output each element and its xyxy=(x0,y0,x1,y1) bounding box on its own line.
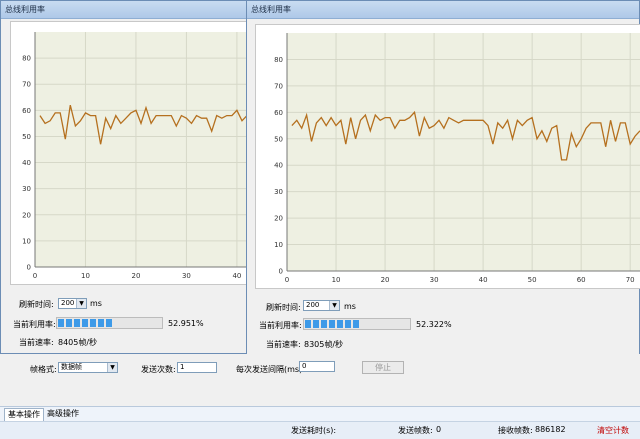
status-bar: 发送耗时(s): 发送帧数: 0 接收帧数: 886182 清空计数 xyxy=(0,421,640,439)
y-tick-label: 50 xyxy=(22,133,31,141)
y-tick-label: 70 xyxy=(22,81,31,89)
utilization-progress-bar xyxy=(303,318,411,330)
refresh-unit-label: ms xyxy=(90,299,102,308)
y-tick-label: 40 xyxy=(22,159,31,167)
y-tick-label: 60 xyxy=(274,109,283,117)
tab-basic-operations[interactable]: 基本操作 xyxy=(4,408,44,421)
current-utilization-value: 52.951% xyxy=(168,319,204,328)
x-tick-label: 20 xyxy=(381,276,390,284)
y-tick-label: 70 xyxy=(274,82,283,90)
utilization-progress-fill xyxy=(305,320,360,328)
operation-tabs: 基本操作 高级操作 xyxy=(0,406,640,421)
refresh-unit-label: ms xyxy=(344,302,356,311)
window-title: 总线利用率 xyxy=(251,5,291,14)
x-tick-label: 40 xyxy=(479,276,488,284)
stop-button[interactable]: 停止 xyxy=(362,361,404,374)
clear-count-button[interactable]: 清空计数 xyxy=(597,425,629,436)
x-tick-label: 50 xyxy=(528,276,537,284)
chevron-down-icon[interactable]: ▼ xyxy=(107,363,117,372)
refresh-time-select[interactable]: 200 ▼ xyxy=(58,298,87,309)
y-tick-label: 30 xyxy=(274,188,283,196)
x-tick-label: 0 xyxy=(33,272,37,280)
current-speed-label: 当前速率: xyxy=(19,338,54,347)
current-speed-value: 8405帧/秒 xyxy=(58,338,98,347)
elapsed-time-label: 发送耗时(s): xyxy=(291,426,337,435)
send-count-input[interactable]: 1 xyxy=(177,362,217,373)
y-tick-label: 80 xyxy=(22,55,31,63)
window-title: 总线利用率 xyxy=(5,5,45,14)
utilization-chart: 0 10 20 30 40 50 60 70 80 0 10 20 30 40 50 60 70 xyxy=(255,24,640,289)
y-tick-label: 20 xyxy=(274,215,283,223)
received-frames-label: 接收帧数: xyxy=(498,426,533,435)
utilization-chart: 0 10 20 30 40 50 60 70 80 0 10 20 30 40 xyxy=(10,21,248,285)
current-utilization-label: 当前利用率: xyxy=(13,320,56,329)
y-tick-label: 30 xyxy=(22,185,31,193)
x-tick-label: 10 xyxy=(332,276,341,284)
y-tick-label: 40 xyxy=(274,162,283,170)
x-tick-label: 30 xyxy=(182,272,191,280)
current-utilization-label: 当前利用率: xyxy=(259,321,302,330)
y-tick-label: 60 xyxy=(22,107,31,115)
bus-utilization-window-2[interactable]: 总线利用率 0 10 20 30 40 50 60 70 80 0 10 20 30 40 50 60 70 刷… xyxy=(246,0,640,356)
x-tick-label: 60 xyxy=(577,276,586,284)
plot-area xyxy=(287,33,640,271)
current-speed-label: 当前速率: xyxy=(266,340,301,349)
x-tick-label: 70 xyxy=(626,276,635,284)
utilization-progress-bar xyxy=(56,317,163,329)
current-speed-value: 8305帧/秒 xyxy=(304,340,344,349)
x-tick-label: 30 xyxy=(430,276,439,284)
chevron-down-icon[interactable]: ▼ xyxy=(76,299,86,308)
tab-advanced-operations[interactable]: 高级操作 xyxy=(44,408,82,420)
y-tick-label: 10 xyxy=(22,237,31,245)
utilization-chart-svg: 0 10 20 30 40 50 60 70 80 0 10 20 30 40 50 60 70 xyxy=(274,33,640,284)
received-frames-value: 886182 xyxy=(535,425,566,434)
x-tick-label: 40 xyxy=(232,272,241,280)
send-settings-form: 帧格式: 数据帧 ▼ 发送次数: 1 每次发送间隔(ms): 0 停止 xyxy=(0,354,640,406)
x-tick-label: 0 xyxy=(285,276,289,284)
plot-area xyxy=(35,32,247,267)
utilization-chart-svg: 0 10 20 30 40 50 60 70 80 0 10 20 30 40 xyxy=(22,32,248,280)
current-utilization-value: 52.322% xyxy=(416,320,452,329)
send-interval-input[interactable]: 0 xyxy=(299,361,335,372)
x-tick-label: 20 xyxy=(131,272,140,280)
utilization-progress-fill xyxy=(58,319,113,327)
y-tick-label: 0 xyxy=(279,268,283,276)
chevron-down-icon[interactable]: ▼ xyxy=(329,301,339,310)
sent-frames-value: 0 xyxy=(436,425,442,434)
y-tick-label: 0 xyxy=(27,264,31,272)
send-interval-label: 每次发送间隔(ms): xyxy=(236,365,305,374)
window-title-bar[interactable]: 总线利用率 xyxy=(247,1,639,19)
y-tick-label: 80 xyxy=(274,56,283,64)
y-tick-label: 50 xyxy=(274,135,283,143)
bus-utilization-window-1[interactable]: 总线利用率 0 10 20 30 40 50 60 70 80 0 10 20 30 40 刷新时间: 2… xyxy=(0,0,253,354)
frame-format-label: 帧格式: xyxy=(30,365,57,374)
x-tick-label: 10 xyxy=(81,272,90,280)
y-tick-label: 10 xyxy=(274,241,283,249)
frame-format-select[interactable]: 数据帧 ▼ xyxy=(58,362,118,373)
send-count-label: 发送次数: xyxy=(141,365,176,374)
refresh-time-select[interactable]: 200 ▼ xyxy=(303,300,340,311)
sent-frames-label: 发送帧数: xyxy=(398,426,433,435)
refresh-time-label: 刷新时间: xyxy=(266,303,301,312)
window-title-bar[interactable]: 总线利用率 xyxy=(1,1,252,19)
refresh-time-label: 刷新时间: xyxy=(19,300,54,309)
y-tick-label: 20 xyxy=(22,211,31,219)
